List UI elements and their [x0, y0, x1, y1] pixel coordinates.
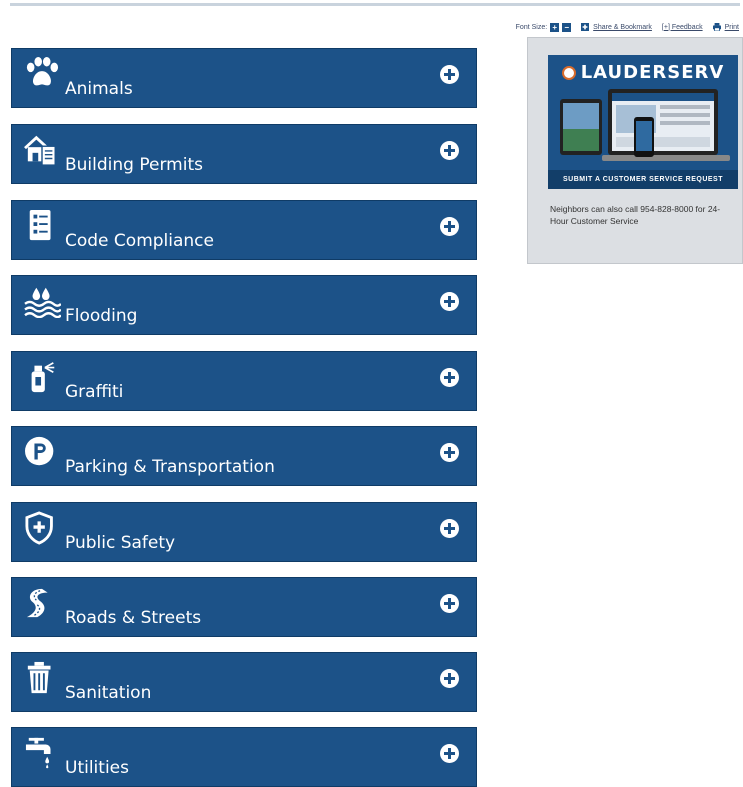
flood-water-icon	[23, 284, 62, 319]
accordion-label: Graffiti	[65, 382, 124, 402]
customer-service-note: Neighbors can also call 954-828-8000 for…	[550, 204, 721, 226]
printer-icon	[712, 23, 721, 31]
font-size-label: Font Size:	[515, 23, 548, 31]
accordion-label: Roads & Streets	[65, 608, 202, 628]
parking-icon	[23, 435, 61, 469]
sidebar-panel: LAUDERSERV SUBMIT A CUSTOMER SERVICE REQ…	[527, 37, 743, 264]
accordion-item-public-safety[interactable]: Public Safety	[11, 502, 477, 562]
accordion-item-parking-transportation[interactable]: Parking & Transportation	[11, 426, 477, 486]
accordion-label: Flooding	[65, 306, 138, 326]
page-toolbar: Font Size: + − Share & Bookmark [+] Feed…	[506, 20, 739, 34]
font-increase-button[interactable]: +	[550, 22, 560, 32]
accordion-label: Utilities	[65, 758, 129, 778]
city-seal-icon	[561, 65, 576, 80]
promo-title: LAUDERSERV	[548, 62, 738, 83]
accordion-label: Public Safety	[65, 533, 176, 553]
expand-plus-icon[interactable]	[440, 744, 459, 763]
promo-title-text: LAUDERSERV	[580, 62, 725, 83]
accordion-label: Code Compliance	[65, 231, 214, 251]
expand-plus-icon[interactable]	[440, 594, 459, 613]
feedback-link[interactable]: [+] Feedback	[662, 24, 703, 31]
expand-plus-icon[interactable]	[440, 292, 459, 311]
accordion-item-graffiti[interactable]: Graffiti	[11, 351, 477, 411]
house-document-icon	[23, 133, 61, 167]
spray-can-icon	[23, 360, 61, 394]
expand-plus-icon[interactable]	[440, 368, 459, 387]
accordion-item-animals[interactable]: Animals	[11, 48, 477, 108]
accordion-label: Building Permits	[65, 155, 203, 175]
accordion-item-flooding[interactable]: Flooding	[11, 275, 477, 335]
lauderserv-promo-banner[interactable]: LAUDERSERV SUBMIT A CUSTOMER SERVICE REQ…	[548, 55, 738, 189]
print-text[interactable]: Print	[725, 24, 739, 31]
expand-plus-icon[interactable]	[440, 141, 459, 160]
faucet-icon	[23, 736, 61, 770]
trash-can-icon	[23, 661, 61, 695]
accordion-item-building-permits[interactable]: Building Permits	[11, 124, 477, 184]
paw-icon	[23, 57, 61, 91]
share-icon	[581, 23, 590, 31]
top-divider	[10, 3, 740, 6]
road-icon	[23, 586, 61, 620]
submit-request-cta[interactable]: SUBMIT A CUSTOMER SERVICE REQUEST	[548, 170, 738, 189]
accordion-label: Animals	[65, 79, 133, 99]
accordion-label: Sanitation	[65, 683, 152, 703]
accordion-item-utilities[interactable]: Utilities	[11, 727, 477, 787]
expand-plus-icon[interactable]	[440, 443, 459, 462]
checklist-icon	[23, 209, 61, 243]
accordion-item-roads-streets[interactable]: Roads & Streets	[11, 577, 477, 637]
font-size-control: Font Size: + −	[515, 22, 572, 32]
accordion-item-sanitation[interactable]: Sanitation	[11, 652, 477, 712]
expand-plus-icon[interactable]	[440, 519, 459, 538]
share-bookmark-link[interactable]: Share & Bookmark	[581, 23, 652, 31]
shield-icon	[23, 511, 61, 545]
accordion-label: Parking & Transportation	[65, 457, 275, 477]
print-link[interactable]: Print	[712, 23, 739, 31]
expand-plus-icon[interactable]	[440, 65, 459, 84]
accordion-item-code-compliance[interactable]: Code Compliance	[11, 200, 477, 260]
devices-illustration	[560, 89, 730, 161]
feedback-text[interactable]: [+] Feedback	[662, 24, 703, 31]
font-decrease-button[interactable]: −	[562, 22, 572, 32]
expand-plus-icon[interactable]	[440, 669, 459, 688]
expand-plus-icon[interactable]	[440, 217, 459, 236]
share-bookmark-text[interactable]: Share & Bookmark	[593, 24, 652, 31]
